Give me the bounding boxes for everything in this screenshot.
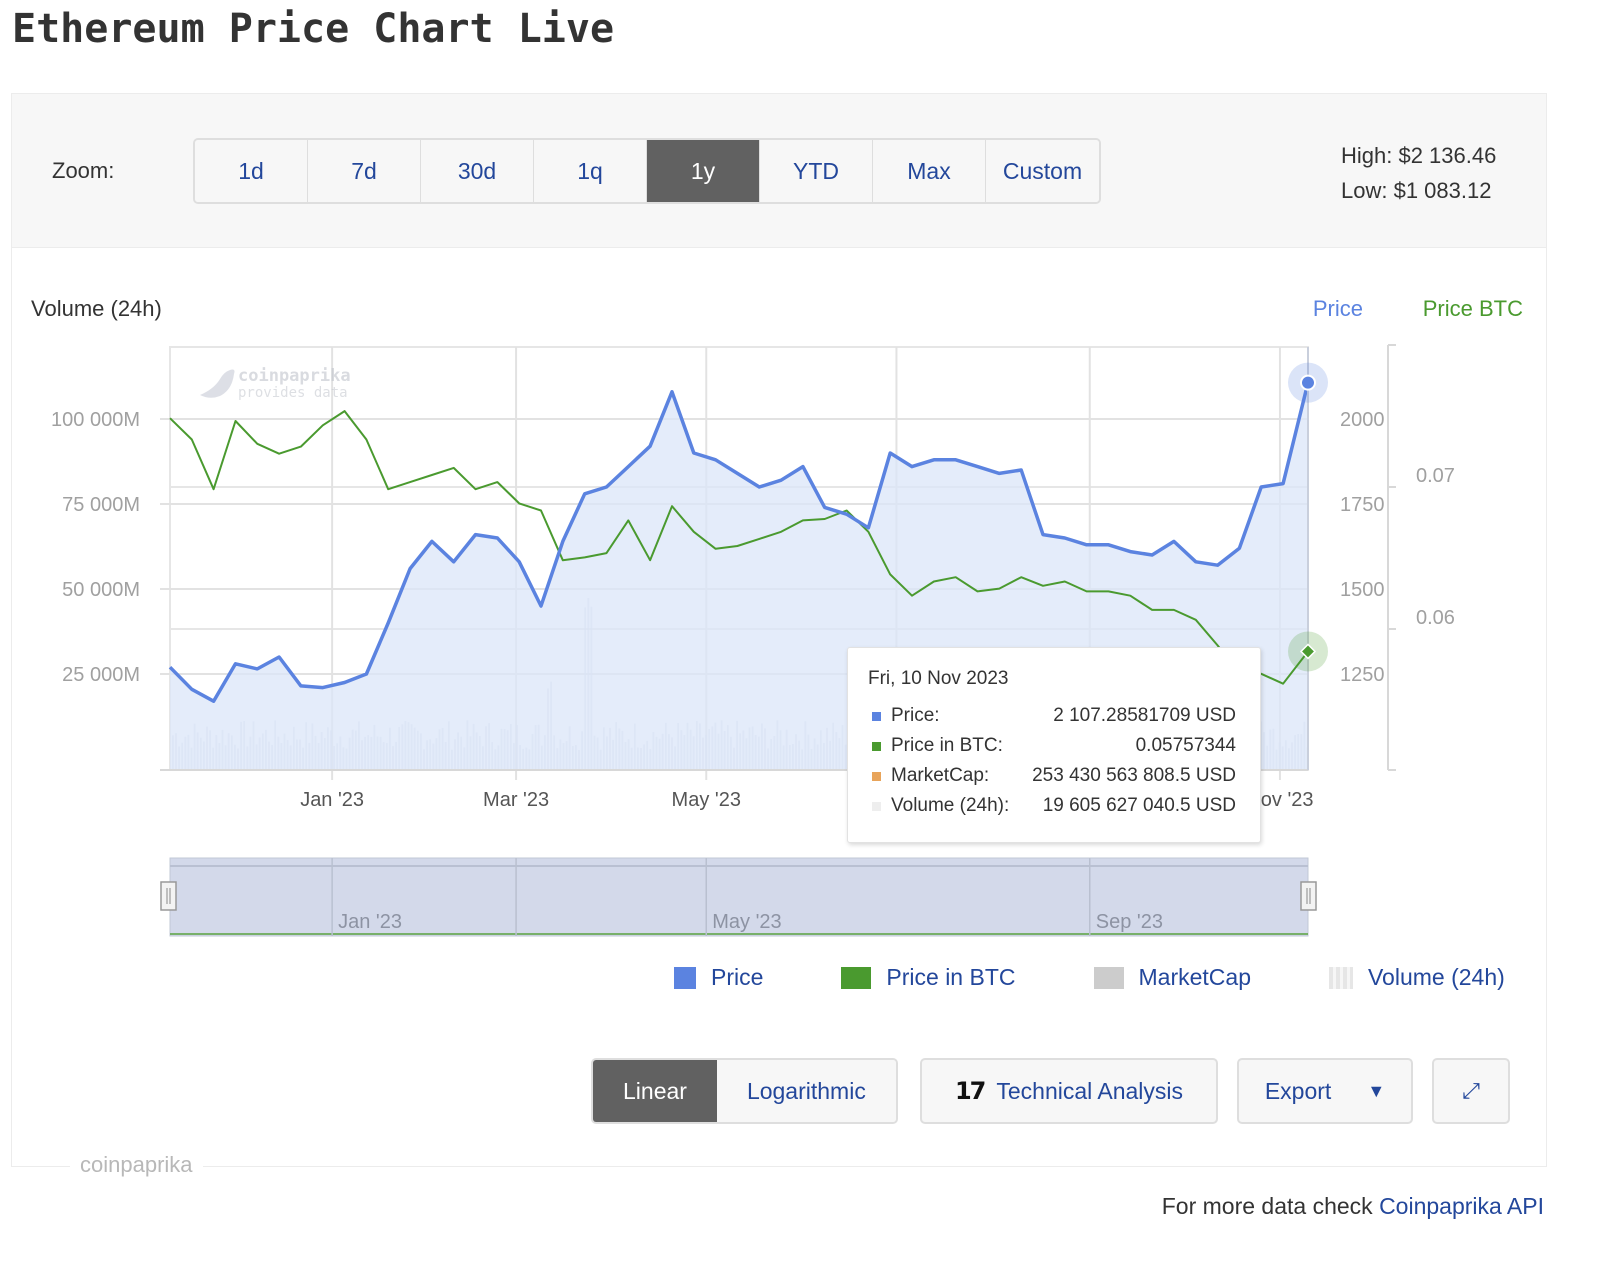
btc-axis-title: Price BTC (1423, 296, 1523, 321)
tooltip-label: Price: (891, 705, 940, 726)
tooltip-value: 253 430 563 808.5 USD (1032, 765, 1236, 786)
tooltip-row-marketcap: MarketCap: 253 430 563 808.5 USD (872, 765, 1236, 787)
navigator[interactable]: Jan '23 May '23 Sep '23 (160, 857, 1317, 937)
price-hover-point (1300, 374, 1316, 391)
chart-tooltip: Fri, 10 Nov 2023 Price: 2 107.28581709 U… (847, 647, 1261, 843)
marketcap-swatch-icon (872, 771, 881, 781)
legend-item-price[interactable]: Price (674, 964, 763, 991)
btc-swatch-icon (872, 741, 881, 751)
tooltip-row-price-btc: Price in BTC: 0.05757344 (872, 735, 1236, 757)
price-swatch-icon (872, 711, 881, 721)
price-chart[interactable]: Volume (24h) Price Price BTC coinpaprika… (0, 0, 1606, 1000)
volume-tick-label: 50 000M (62, 579, 140, 601)
btc-legend-icon (841, 966, 872, 989)
price-tick-label: 2000 (1340, 409, 1385, 431)
legend-item-volume[interactable]: Volume (24h) (1328, 964, 1505, 991)
x-tick-label: Jan '23 (300, 789, 364, 811)
price-tick-label: 1250 (1340, 664, 1385, 686)
volume-tick-label: 100 000M (51, 409, 140, 431)
volume-swatch-icon (872, 801, 881, 811)
more-data-note: For more data check Coinpaprika API (1162, 1193, 1544, 1220)
navigator-tick-label: May '23 (712, 911, 781, 933)
expand-icon: ⤢ (1462, 1078, 1480, 1103)
tooltip-label: MarketCap: (891, 765, 990, 786)
navigator-tick-label: Sep '23 (1096, 911, 1163, 933)
technical-analysis-label: Technical Analysis (996, 1077, 1184, 1104)
technical-analysis-button[interactable]: 17 Technical Analysis (920, 1058, 1218, 1124)
tooltip-value: 0.05757344 (1135, 735, 1236, 756)
legend-item-marketcap[interactable]: MarketCap (1093, 964, 1251, 991)
volume-legend-icon (1328, 966, 1353, 989)
footer-brand: coinpaprika (70, 1152, 203, 1178)
tooltip-row-volume: Volume (24h): 19 605 627 040.5 USD (872, 795, 1236, 817)
price-legend-icon (674, 966, 696, 989)
legend-label: Volume (24h) (1367, 964, 1505, 990)
tradingview-icon: 17 (954, 1077, 986, 1105)
btc-tick-label: 0.07 (1416, 465, 1455, 487)
legend-label: Price in BTC (886, 964, 1016, 990)
caret-down-icon: ▼ (1367, 1080, 1386, 1101)
navigator-tick-label: Jan '23 (338, 911, 402, 933)
legend-label: MarketCap (1138, 964, 1251, 990)
logarithmic-scale-button[interactable]: Logarithmic (716, 1060, 896, 1122)
btc-tick-label: 0.06 (1416, 607, 1455, 629)
navigator-right-handle[interactable] (1300, 881, 1317, 911)
tooltip-label: Volume (24h): (891, 795, 1010, 816)
tooltip-row-price: Price: 2 107.28581709 USD (872, 705, 1236, 727)
chart-legend: Price Price in BTC MarketCap Volume (24h… (674, 964, 1505, 991)
coinpaprika-api-link[interactable]: Coinpaprika API (1379, 1193, 1544, 1219)
watermark-brand: coinpaprika (238, 366, 351, 386)
watermark-tagline: provides data (238, 385, 348, 401)
x-tick-label: Mar '23 (483, 789, 549, 811)
volume-tick-label: 75 000M (62, 494, 140, 516)
footer-divider (11, 1166, 1547, 1167)
tooltip-value: 2 107.28581709 USD (1053, 705, 1236, 726)
export-label: Export (1264, 1077, 1332, 1104)
export-button[interactable]: Export ▼ (1237, 1058, 1413, 1124)
volume-axis-title: Volume (24h) (31, 296, 162, 321)
more-data-text: For more data check (1161, 1193, 1380, 1219)
navigator-left-handle[interactable] (160, 881, 177, 911)
legend-label: Price (711, 964, 764, 990)
tooltip-value: 19 605 627 040.5 USD (1042, 795, 1236, 816)
legend-item-price-btc[interactable]: Price in BTC (841, 964, 1016, 991)
tooltip-date: Fri, 10 Nov 2023 (868, 668, 1009, 689)
fullscreen-button[interactable]: ⤢ (1432, 1058, 1510, 1124)
price-axis-title: Price (1313, 296, 1363, 321)
scale-toggle-group: Linear Logarithmic (591, 1058, 898, 1124)
price-tick-label: 1500 (1340, 579, 1385, 601)
price-tick-label: 1750 (1340, 494, 1385, 516)
linear-scale-button[interactable]: Linear (593, 1060, 717, 1122)
volume-tick-label: 25 000M (62, 664, 140, 686)
x-tick-label: May '23 (672, 789, 741, 811)
tooltip-label: Price in BTC: (891, 735, 1003, 756)
marketcap-legend-icon (1093, 966, 1124, 989)
